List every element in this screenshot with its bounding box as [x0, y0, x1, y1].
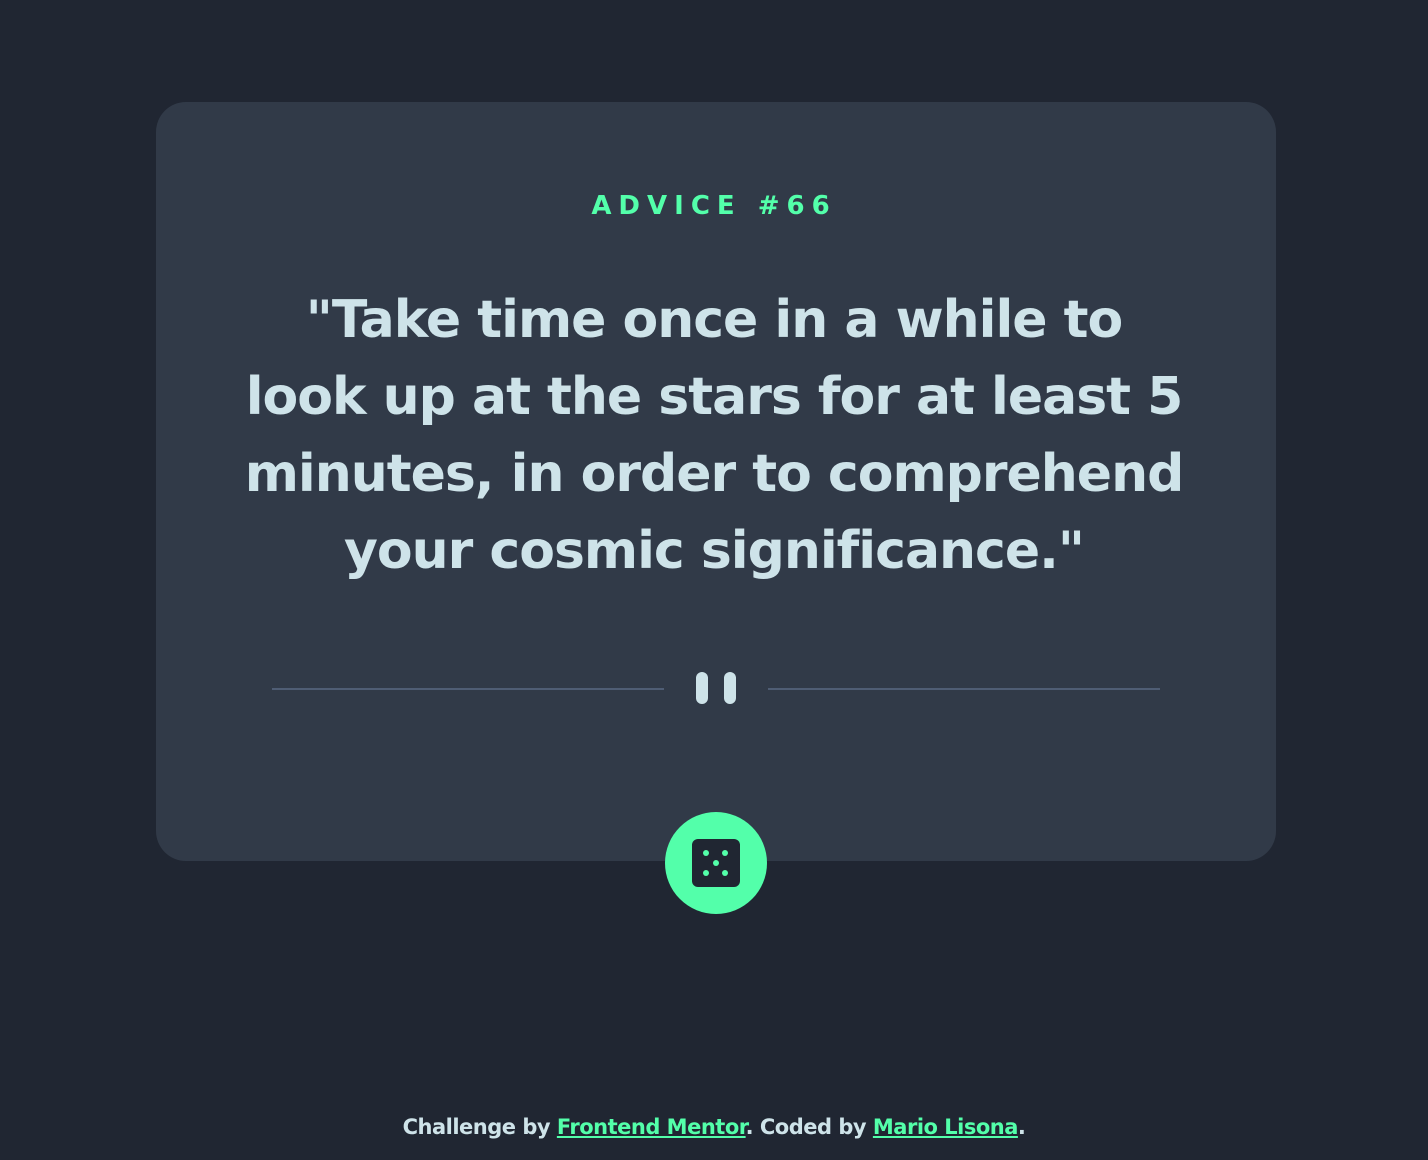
advice-number: ADVICE #66: [591, 191, 837, 221]
frontend-mentor-link[interactable]: Frontend Mentor: [557, 1115, 746, 1139]
attribution-middle: . Coded by: [745, 1115, 873, 1139]
attribution: Challenge by Frontend Mentor. Coded by M…: [0, 1112, 1428, 1142]
attribution-suffix: .: [1017, 1115, 1026, 1139]
page: ADVICE #66 "Take time once in a while to…: [0, 0, 1428, 1160]
author-link[interactable]: Mario Lisona: [873, 1115, 1019, 1139]
pause-icon: [696, 672, 736, 704]
new-advice-button[interactable]: [665, 812, 767, 914]
divider-line-right: [768, 688, 1160, 690]
divider-line-left: [272, 688, 664, 690]
dice-icon: [692, 839, 740, 887]
attribution-prefix: Challenge by: [402, 1115, 557, 1139]
advice-quote: "Take time once in a while to look up at…: [244, 290, 1185, 581]
